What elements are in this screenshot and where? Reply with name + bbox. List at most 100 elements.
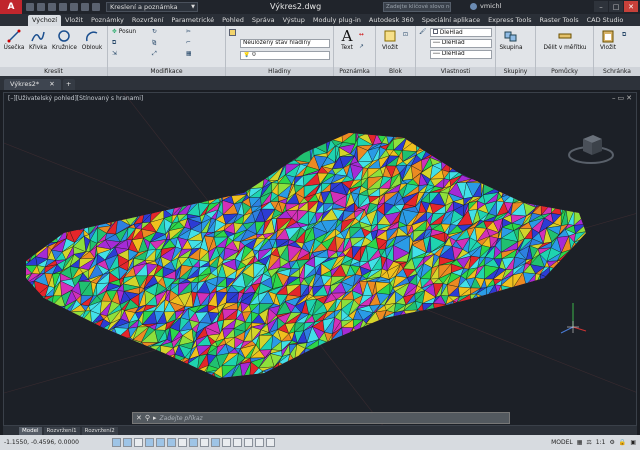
utilities-panel-title[interactable]: Pomůcky bbox=[536, 67, 593, 76]
properties-panel-title[interactable]: Vlastnosti bbox=[416, 67, 495, 76]
array-tool[interactable]: ▦ bbox=[186, 51, 191, 57]
tab-insert[interactable]: Vložit bbox=[61, 15, 87, 26]
group-tool[interactable]: Skupina bbox=[499, 28, 523, 51]
mirror-tool[interactable]: ⧎ bbox=[152, 40, 157, 46]
copy-tool[interactable]: ⧉ bbox=[112, 40, 116, 47]
restore-icon[interactable]: ▭ bbox=[618, 94, 625, 102]
user-account[interactable]: vmichl bbox=[470, 2, 501, 10]
tab-layout1[interactable]: Rozvržení1 bbox=[43, 426, 80, 435]
stretch-tool[interactable]: ⇲ bbox=[112, 51, 117, 57]
application-menu-button[interactable]: A bbox=[0, 0, 22, 14]
groups-panel-title[interactable]: Skupiny bbox=[496, 67, 535, 76]
selection-cycling-toggle[interactable] bbox=[255, 438, 264, 447]
ducs-toggle[interactable] bbox=[200, 438, 209, 447]
layer-properties-tool[interactable] bbox=[229, 29, 236, 36]
transparency-toggle[interactable] bbox=[233, 438, 242, 447]
polar-toggle[interactable] bbox=[156, 438, 165, 447]
undo-icon[interactable] bbox=[81, 3, 89, 11]
tab-model[interactable]: Model bbox=[19, 426, 42, 435]
tab-express-tools[interactable]: Express Tools bbox=[484, 15, 535, 26]
command-line[interactable]: ✕ ⚲ ▸ Zadejte příkaz bbox=[132, 412, 510, 424]
dyn-toggle[interactable] bbox=[211, 438, 220, 447]
tab-manage[interactable]: Správa bbox=[248, 15, 279, 26]
fillet-tool[interactable]: ⌐ bbox=[186, 40, 191, 46]
tab-raster-tools[interactable]: Raster Tools bbox=[536, 15, 583, 26]
create-block-tool[interactable]: ⊡ bbox=[403, 32, 408, 38]
polyline-tool[interactable]: Křivka bbox=[26, 28, 50, 51]
annotation-monitor-toggle[interactable] bbox=[266, 438, 275, 447]
osnap-toggle[interactable] bbox=[167, 438, 176, 447]
arc-tool[interactable]: Oblouk bbox=[80, 28, 104, 51]
tab-cad-studio[interactable]: CAD Studio bbox=[583, 15, 628, 26]
measure-tool[interactable]: Dělit v měřítku bbox=[540, 28, 590, 51]
annotation-scale-select[interactable]: 1:1 bbox=[596, 439, 606, 446]
fullscreen-icon[interactable]: ▣ bbox=[630, 439, 636, 446]
tab-layout[interactable]: Rozvržení bbox=[128, 15, 167, 26]
tab-layout2[interactable]: Rozvržení2 bbox=[81, 426, 118, 435]
text-tool[interactable]: A Text bbox=[335, 27, 359, 51]
close-icon[interactable]: ✕ bbox=[626, 94, 632, 102]
open-icon[interactable] bbox=[37, 3, 45, 11]
quick-properties-toggle[interactable] bbox=[244, 438, 253, 447]
clipboard-panel-title[interactable]: Schránka bbox=[594, 67, 640, 76]
layer-state-select[interactable]: Neuložený stav hladiny bbox=[240, 39, 330, 48]
line-tool[interactable]: Úsečka bbox=[2, 28, 26, 51]
match-properties-tool[interactable]: 🖌 bbox=[419, 29, 426, 35]
viewport-controls-label[interactable]: [–][Uživatelský pohled][Stínovaný s hran… bbox=[8, 95, 143, 102]
copy-clip-tool[interactable]: ⧉ bbox=[622, 32, 626, 39]
scale-tool[interactable]: ⤢ bbox=[152, 51, 157, 58]
coordinates-readout[interactable]: -1.1550, -0.4596, 0.0000 bbox=[0, 439, 112, 446]
rotate-tool[interactable]: ↻ bbox=[152, 29, 157, 35]
tab-parametric[interactable]: Parametrické bbox=[167, 15, 218, 26]
drawing-viewport[interactable]: [–][Uživatelský pohled][Stínovaný s hran… bbox=[3, 92, 637, 426]
file-tab-active[interactable]: Výkres2* ✕ bbox=[4, 79, 61, 90]
print-icon[interactable] bbox=[70, 3, 78, 11]
insert-block-tool[interactable]: Vložit bbox=[378, 28, 402, 51]
minimize-icon[interactable]: – bbox=[612, 94, 616, 102]
workspace-select[interactable]: Kreslení a poznámka ▼ bbox=[106, 2, 198, 12]
redo-icon[interactable] bbox=[92, 3, 100, 11]
current-layer-select[interactable]: 💡 0 bbox=[240, 51, 330, 60]
snap-toggle[interactable] bbox=[123, 438, 132, 447]
draw-panel-title[interactable]: Kreslit bbox=[0, 67, 107, 76]
trim-tool[interactable]: ✂ bbox=[186, 29, 191, 35]
linetype-select[interactable]: ── DleHlad bbox=[430, 39, 492, 48]
lineweight-toggle[interactable] bbox=[222, 438, 231, 447]
grid-toggle[interactable] bbox=[134, 438, 143, 447]
leader-tool[interactable]: ↗ bbox=[359, 44, 364, 50]
workspace-switch-icon[interactable]: ⚙ bbox=[609, 439, 614, 446]
close-button[interactable]: ✕ bbox=[624, 1, 638, 12]
new-tab-button[interactable]: + bbox=[62, 79, 75, 90]
customize-icon[interactable]: ⚲ bbox=[145, 414, 150, 422]
paste-tool[interactable]: Vložit bbox=[596, 28, 620, 51]
lineweight-select[interactable]: ── DleHlad bbox=[430, 50, 492, 59]
block-panel-title[interactable]: Blok bbox=[376, 67, 415, 76]
tab-autodesk360[interactable]: Autodesk 360 bbox=[365, 15, 418, 26]
modify-panel-title[interactable]: Modifikace bbox=[108, 67, 225, 76]
save-icon[interactable] bbox=[48, 3, 56, 11]
model-space-button[interactable]: MODEL bbox=[551, 439, 573, 446]
tab-special-apps[interactable]: Speciální aplikace bbox=[418, 15, 484, 26]
tab-annotate[interactable]: Poznámky bbox=[87, 15, 128, 26]
annotation-panel-title[interactable]: Poznámka bbox=[334, 67, 375, 76]
3d-osnap-toggle[interactable] bbox=[178, 438, 187, 447]
dimension-tool[interactable]: ↔ bbox=[359, 32, 364, 38]
saveas-icon[interactable] bbox=[59, 3, 67, 11]
otrack-toggle[interactable] bbox=[189, 438, 198, 447]
new-icon[interactable] bbox=[26, 3, 34, 11]
color-select[interactable]: DleHlad bbox=[430, 28, 492, 37]
tab-plugins[interactable]: Moduly plug-in bbox=[309, 15, 365, 26]
tab-home[interactable]: Výchozí bbox=[28, 15, 62, 26]
maximize-button[interactable]: □ bbox=[609, 1, 623, 12]
tab-view[interactable]: Pohled bbox=[218, 15, 248, 26]
tab-output[interactable]: Výstup bbox=[279, 15, 309, 26]
move-tool[interactable]: ✥ Posun bbox=[112, 29, 136, 35]
close-icon[interactable]: ✕ bbox=[49, 79, 54, 90]
viewcube[interactable] bbox=[566, 129, 616, 169]
lock-icon[interactable]: 🔒 bbox=[619, 439, 626, 446]
infer-constraints-toggle[interactable] bbox=[112, 438, 121, 447]
layers-panel-title[interactable]: Hladiny bbox=[226, 67, 333, 76]
quick-view-icon[interactable]: ▦ bbox=[577, 439, 583, 446]
circle-tool[interactable]: Kružnice bbox=[52, 28, 77, 51]
command-input[interactable]: Zadejte příkaz bbox=[160, 415, 203, 422]
